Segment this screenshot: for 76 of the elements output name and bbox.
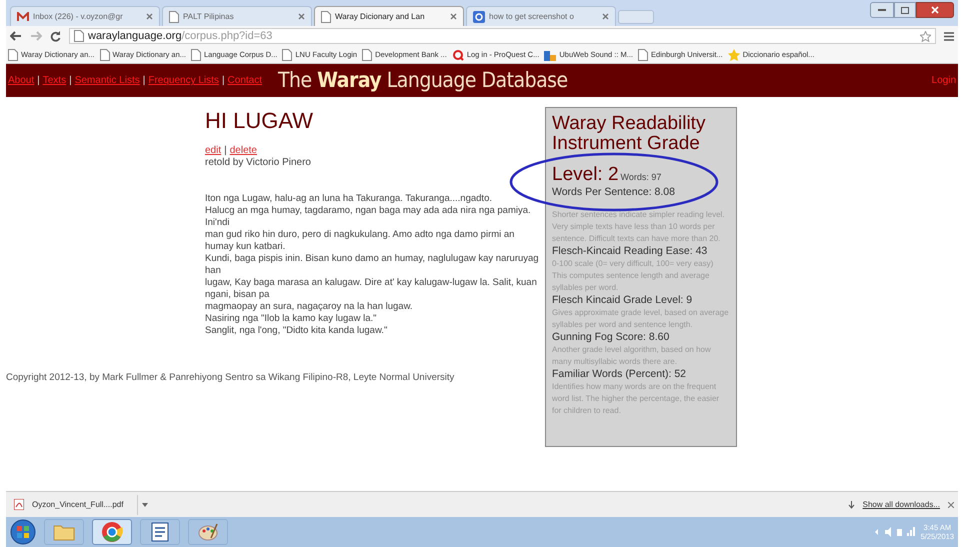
action-link[interactable]: delete <box>230 145 257 157</box>
text-title: HI LUGAW <box>205 109 314 133</box>
metric-label: Words Per Sentence: 8.08 <box>552 186 676 199</box>
nav-separator: | <box>69 74 72 88</box>
back-icon[interactable] <box>10 31 22 41</box>
document-icon[interactable] <box>150 522 170 542</box>
story-line: Iton nga Lugaw, halu-ag an luna ha Takuranga. Takuranga....ngadto. <box>205 193 493 205</box>
browser-tab[interactable]: Inbox (226) - v.oyzon@gr <box>10 6 160 26</box>
action-separator: | <box>224 145 227 157</box>
word-count: Words: 97 <box>620 171 662 184</box>
bars-icon <box>544 48 556 60</box>
pdf-file-icon <box>14 499 24 510</box>
story-line: man gud riko hin duro, pero di nagkukulang. Amo adto nga damo pirmi an humay kun katbari. <box>205 229 516 253</box>
star-icon <box>728 48 740 60</box>
taskbar-app[interactable] <box>140 519 180 545</box>
page-icon <box>100 48 110 60</box>
start-button[interactable] <box>10 519 36 545</box>
metric-note: Identifies how many words are on the frequent word list. The higher the percentage, the easier for children to read. <box>552 381 720 417</box>
metric-label: Gunning Fog Score: 8.60 <box>552 331 670 344</box>
taskbar-app[interactable] <box>92 519 132 545</box>
nav-separator: | <box>37 74 40 88</box>
close-icon[interactable] <box>450 13 457 20</box>
reload-icon[interactable] <box>50 30 61 42</box>
bookmark-star-icon[interactable] <box>920 30 931 42</box>
story-line: Nasiring nga "Ilob la kamo kay lugaw la." <box>205 313 378 325</box>
metric-label: Flesch Kincaid Grade Level: 9 <box>552 294 694 307</box>
byline: retold by Victorio Pinero <box>205 157 312 169</box>
browser-tab[interactable]: how to get screenshot o <box>466 6 616 26</box>
metric-note: 0-100 scale (0= very difficult, 100= very easy) This computes sentence length and average syllables per word. <box>552 258 714 294</box>
page-icon <box>362 48 372 60</box>
download-item[interactable]: Oyzon_Vincent_Full....pdf <box>10 494 138 514</box>
close-icon[interactable] <box>602 13 609 20</box>
url-host: waraylanguage.org <box>88 28 182 44</box>
readability-heading: Waray Readability Instrument Grade <box>552 114 706 154</box>
nav-separator: | <box>142 74 146 88</box>
close-icon[interactable] <box>298 13 305 20</box>
close-icon[interactable] <box>146 13 153 20</box>
minimize-button[interactable] <box>870 2 894 18</box>
taskbar-app[interactable] <box>188 519 228 545</box>
caret-icon[interactable] <box>142 502 148 506</box>
address-bar[interactable]: waraylanguage.org/corpus.php?id=63 <box>69 28 936 44</box>
browser-icon[interactable] <box>101 521 123 543</box>
browser-tab[interactable]: PALT Pilipinas <box>162 6 312 26</box>
story-line: magmaopay an sura, nagaçaroy na la han lugaw. <box>205 301 414 313</box>
menu-icon[interactable] <box>944 32 954 40</box>
nav-separator: | <box>222 74 225 88</box>
page-icon <box>169 10 179 22</box>
metric-note: Another grade level algorithm, based on how many multisyllabic words there are. <box>552 344 712 368</box>
page-icon <box>638 48 648 60</box>
tab-title: Waray Dicionary and Lan <box>335 10 426 22</box>
mail-icon <box>17 12 29 22</box>
metric-note: Gives approximate grade level, based on average syllables per word and sentence length. <box>552 307 730 331</box>
restore-button[interactable] <box>894 2 916 18</box>
download-icon <box>848 500 855 508</box>
show-all-downloads-link[interactable]: Show all downloads... <box>862 498 940 510</box>
palette-icon[interactable] <box>197 522 219 542</box>
search-icon <box>473 10 485 22</box>
browser-tab[interactable]: Waray Dicionary and Lan <box>314 6 464 26</box>
site-title: The Waray Language Database <box>278 66 568 94</box>
page-icon <box>282 48 292 60</box>
action-link[interactable]: edit <box>205 145 222 157</box>
page-icon <box>191 48 201 60</box>
q-logo-icon <box>452 48 464 60</box>
metric-label: Familiar Words (Percent): 52 <box>552 368 688 381</box>
tab-title: how to get screenshot o <box>489 10 575 22</box>
tab-title: PALT Pilipinas <box>183 10 235 22</box>
grade-level: Level: 2 <box>552 164 619 186</box>
metric-label: Flesch-Kincaid Reading Ease: 43 <box>552 245 708 258</box>
close-icon[interactable] <box>948 502 954 508</box>
page-icon <box>321 10 331 22</box>
story-line: Sanglit, nga l'ong, "Didto kita kanda lugaw." <box>205 325 388 337</box>
page-icon <box>74 30 84 42</box>
url-path: /corpus.php?id=63 <box>182 28 272 44</box>
metric-note: Shorter sentences indicate simpler reading level. Very simple texts have less than 10 words per sentence. Difficult texts can have more than 20. <box>552 209 726 245</box>
tab-title: Inbox (226) - v.oyzon@gr <box>33 10 124 22</box>
copyright-text: Copyright 2012-13, by Mark Fullmer & Panrehiyong Sentro sa Wikang Filipino-R8, Leyte Normal University <box>6 371 456 385</box>
